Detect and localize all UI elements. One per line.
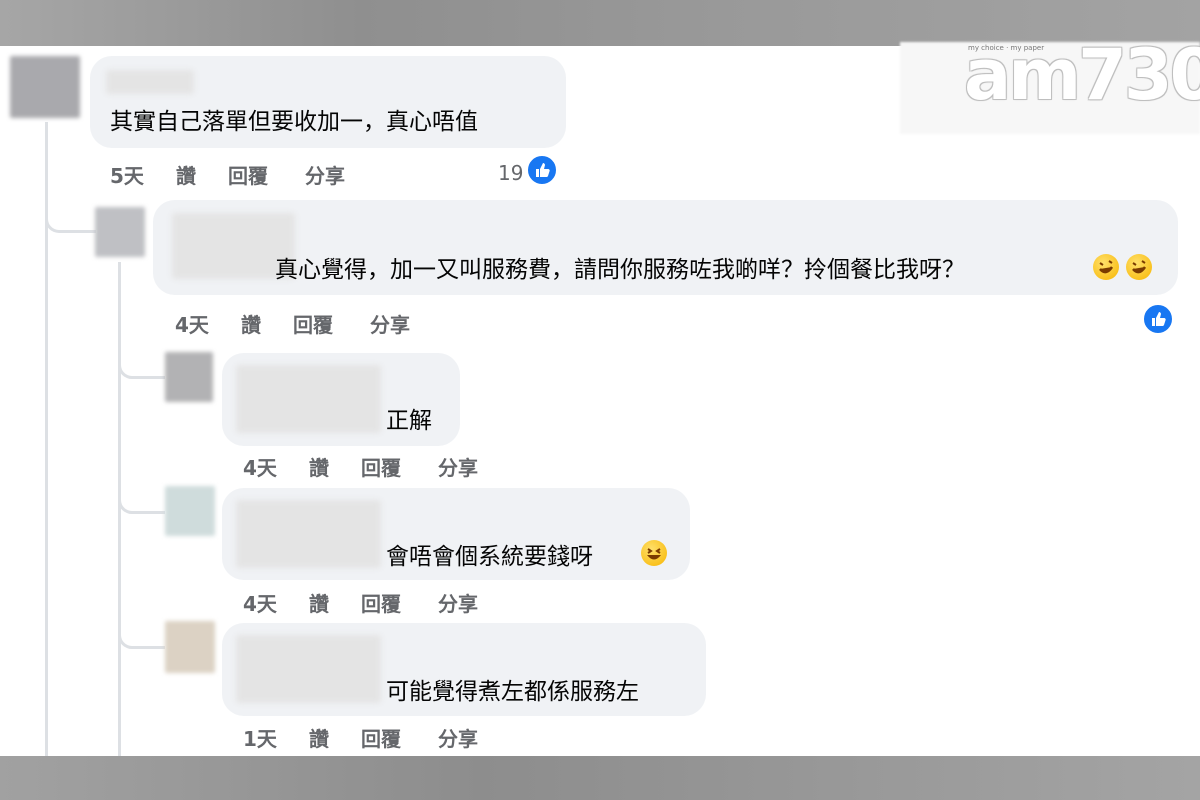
watermark-tagline: my choice · my paper	[968, 44, 1045, 52]
reply-button[interactable]: 回覆	[228, 160, 268, 189]
timestamp[interactable]: 4天	[243, 452, 277, 481]
thread-connector	[118, 485, 165, 514]
comment-text: 其實自己落單但要收加一，真心唔值	[110, 109, 478, 135]
reply-button[interactable]: 回覆	[361, 723, 401, 752]
thread-connector	[118, 620, 165, 649]
comment-text: 可能覺得煮左都係服務左	[386, 679, 639, 705]
timestamp[interactable]: 4天	[175, 309, 209, 338]
share-button[interactable]: 分享	[438, 723, 478, 752]
author-name-redacted[interactable]	[236, 365, 381, 433]
rolling-laughing-emoji	[1126, 254, 1152, 280]
avatar[interactable]	[165, 621, 215, 673]
reply-button[interactable]: 回覆	[293, 309, 333, 338]
like-button[interactable]: 讚	[309, 588, 329, 617]
like-button[interactable]: 讚	[309, 452, 329, 481]
thumbs-up-icon[interactable]	[526, 154, 558, 186]
thread-connector	[118, 350, 165, 379]
comment-text: 正解	[386, 408, 432, 434]
share-button[interactable]: 分享	[305, 160, 345, 189]
comment-text: 真心覺得，加一又叫服務費，請問你服務咗我啲咩？拎個餐比我呀？	[275, 257, 965, 283]
reply-button[interactable]: 回覆	[361, 588, 401, 617]
timestamp[interactable]: 5天	[110, 160, 144, 189]
share-button[interactable]: 分享	[438, 452, 478, 481]
comment-text: 會唔會個系統要錢呀	[386, 544, 593, 570]
author-name-redacted[interactable]	[236, 635, 381, 703]
share-button[interactable]: 分享	[438, 588, 478, 617]
avatar[interactable]	[165, 352, 213, 402]
author-name-redacted[interactable]	[106, 70, 194, 94]
avatar[interactable]	[165, 486, 215, 536]
thumbs-up-icon[interactable]	[1142, 303, 1174, 335]
like-button[interactable]: 讚	[176, 160, 196, 189]
thread-connector	[45, 200, 96, 233]
reply-button[interactable]: 回覆	[361, 452, 401, 481]
timestamp[interactable]: 1天	[243, 723, 277, 752]
avatar[interactable]	[95, 207, 145, 257]
author-name-redacted[interactable]	[236, 500, 381, 568]
like-button[interactable]: 讚	[241, 309, 261, 338]
reaction-count[interactable]: 19	[498, 161, 523, 185]
grinning-squint-emoji	[641, 540, 667, 566]
like-button[interactable]: 讚	[309, 723, 329, 752]
avatar[interactable]	[10, 56, 80, 118]
rolling-laughing-emoji	[1093, 254, 1119, 280]
share-button[interactable]: 分享	[370, 309, 410, 338]
timestamp[interactable]: 4天	[243, 588, 277, 617]
bottom-frame-bar	[0, 756, 1200, 800]
